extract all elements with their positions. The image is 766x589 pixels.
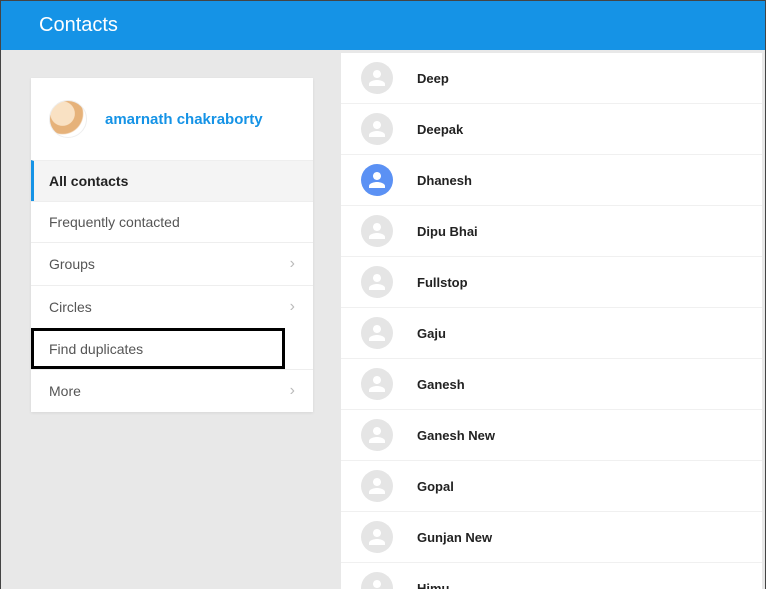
sidebar-item-groups[interactable]: Groups ›	[31, 242, 313, 285]
contact-name: Gopal	[417, 479, 454, 494]
left-column: amarnath chakraborty All contacts Frequen…	[1, 50, 341, 589]
chevron-right-icon: ›	[290, 255, 295, 273]
contacts-list: Deep Deepak Dhanesh Dipu Bhai Fullstop Gaju Ga…	[341, 53, 762, 589]
contact-row[interactable]: Ganesh New	[341, 410, 762, 461]
contact-avatar-icon	[361, 266, 393, 298]
contact-row[interactable]: Dipu Bhai	[341, 206, 762, 257]
sidebar-item-more[interactable]: More ›	[31, 369, 313, 412]
profile-name: amarnath chakraborty	[105, 111, 263, 128]
contact-name: Deep	[417, 71, 449, 86]
contact-row[interactable]: Himu	[341, 563, 762, 589]
sidebar-item-find-duplicates[interactable]: Find duplicates	[31, 328, 285, 369]
contact-name: Deepak	[417, 122, 463, 137]
contact-row[interactable]: Fullstop	[341, 257, 762, 308]
app-title: Contacts	[39, 14, 118, 36]
contact-name: Gaju	[417, 326, 446, 341]
contact-name: Ganesh	[417, 377, 465, 392]
sidebar-item-label: Circles	[49, 299, 92, 315]
contact-avatar-icon	[361, 572, 393, 589]
contact-row[interactable]: Deepak	[341, 104, 762, 155]
contact-avatar-icon	[361, 317, 393, 349]
contact-row[interactable]: Deep	[341, 53, 762, 104]
chevron-right-icon: ›	[290, 382, 295, 400]
contact-avatar-icon	[361, 62, 393, 94]
contact-name: Fullstop	[417, 275, 468, 290]
sidebar-item-label: All contacts	[49, 173, 128, 189]
contact-name: Dipu Bhai	[417, 224, 478, 239]
sidebar-item-circles[interactable]: Circles ›	[31, 285, 313, 328]
sidebar-item-frequently-contacted[interactable]: Frequently contacted	[31, 201, 313, 242]
contact-name: Himu	[417, 581, 450, 589]
contact-avatar-icon	[361, 215, 393, 247]
app-header: Contacts	[1, 1, 765, 50]
sidebar-item-label: Groups	[49, 256, 95, 272]
sidebar-item-label: Find duplicates	[49, 341, 143, 357]
contact-name: Ganesh New	[417, 428, 495, 443]
contact-name: Gunjan New	[417, 530, 492, 545]
profile-section[interactable]: amarnath chakraborty	[31, 78, 313, 160]
contact-avatar-icon	[361, 470, 393, 502]
contact-row[interactable]: Dhanesh	[341, 155, 762, 206]
sidebar-item-label: More	[49, 383, 81, 399]
contact-row[interactable]: Ganesh	[341, 359, 762, 410]
sidebar: amarnath chakraborty All contacts Frequen…	[31, 78, 313, 412]
contact-row[interactable]: Gopal	[341, 461, 762, 512]
contact-avatar-icon	[361, 164, 393, 196]
contact-avatar-icon	[361, 113, 393, 145]
contact-avatar-icon	[361, 368, 393, 400]
chevron-right-icon: ›	[290, 298, 295, 316]
contact-avatar-icon	[361, 521, 393, 553]
sidebar-item-label: Frequently contacted	[49, 214, 180, 230]
profile-avatar	[49, 100, 87, 138]
contact-avatar-icon	[361, 419, 393, 451]
contact-row[interactable]: Gunjan New	[341, 512, 762, 563]
content-area: amarnath chakraborty All contacts Frequen…	[1, 50, 765, 589]
contact-name: Dhanesh	[417, 173, 472, 188]
sidebar-item-all-contacts[interactable]: All contacts	[31, 160, 313, 201]
contact-row[interactable]: Gaju	[341, 308, 762, 359]
